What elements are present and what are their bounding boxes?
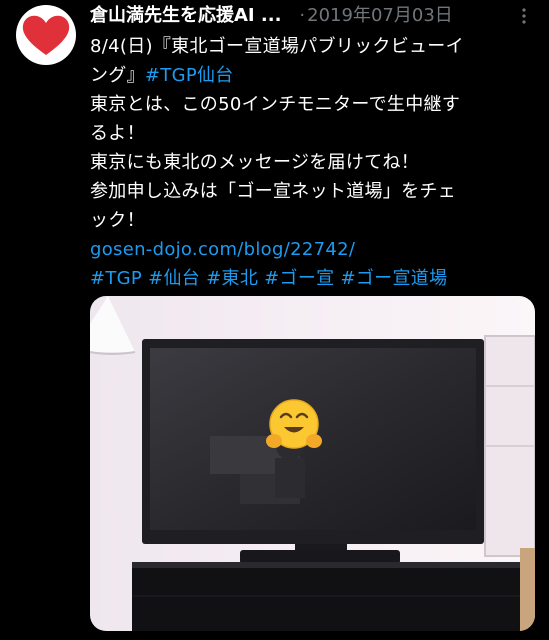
- tweet-line: 東京とは、この50インチモニターで生中継す: [90, 94, 461, 115]
- blog-link[interactable]: gosen-dojo.com/blog/22742/: [90, 239, 355, 260]
- tweet-line: 参加申し込みは「ゴー宣ネット道場」をチェ: [90, 181, 456, 202]
- tweet-line: ック！: [90, 210, 145, 231]
- tweet-header: 倉山満先生を応援AI ... · 2019年07月03日: [90, 4, 535, 28]
- separator-dot: ·: [299, 5, 306, 26]
- hashtag-link[interactable]: #東北: [206, 268, 258, 289]
- tweet-line: ング』#TGP仙台: [90, 61, 535, 90]
- more-vertical-icon[interactable]: [515, 7, 533, 25]
- tweet-text: 8/4(日)『東北ゴー宣道場パブリックビューイ ング』#TGP仙台 東京とは、こ…: [90, 32, 535, 293]
- tv-photo: [90, 296, 535, 631]
- hashtag-row: #TGP #仙台 #東北 #ゴー宣 #ゴー宣道場: [90, 264, 535, 293]
- tweet-line: 8/4(日)『東北ゴー宣道場パブリックビューイ: [90, 36, 464, 57]
- tweet-line: 東京にも東北のメッセージを届けてね！: [90, 152, 420, 173]
- heart-icon: [22, 15, 70, 55]
- avatar[interactable]: [16, 5, 76, 65]
- hashtag-link[interactable]: #仙台: [148, 268, 200, 289]
- hashtag-link[interactable]: #ゴー宣: [264, 268, 334, 289]
- hashtag-link[interactable]: #TGP仙台: [145, 65, 234, 86]
- tv-stand-base: [240, 550, 400, 564]
- hashtag-link[interactable]: #ゴー宣道場: [340, 268, 447, 289]
- author-name[interactable]: 倉山満先生を応援AI ...: [90, 5, 281, 26]
- tweet-line: るよ！: [90, 123, 145, 144]
- hashtag-link[interactable]: #TGP: [90, 268, 142, 289]
- tweet-date[interactable]: 2019年07月03日: [307, 5, 453, 26]
- tweet-line-text: ング』: [90, 65, 145, 86]
- tweet-media-photo[interactable]: [90, 296, 535, 631]
- tweet-line: gosen-dojo.com/blog/22742/: [90, 235, 535, 264]
